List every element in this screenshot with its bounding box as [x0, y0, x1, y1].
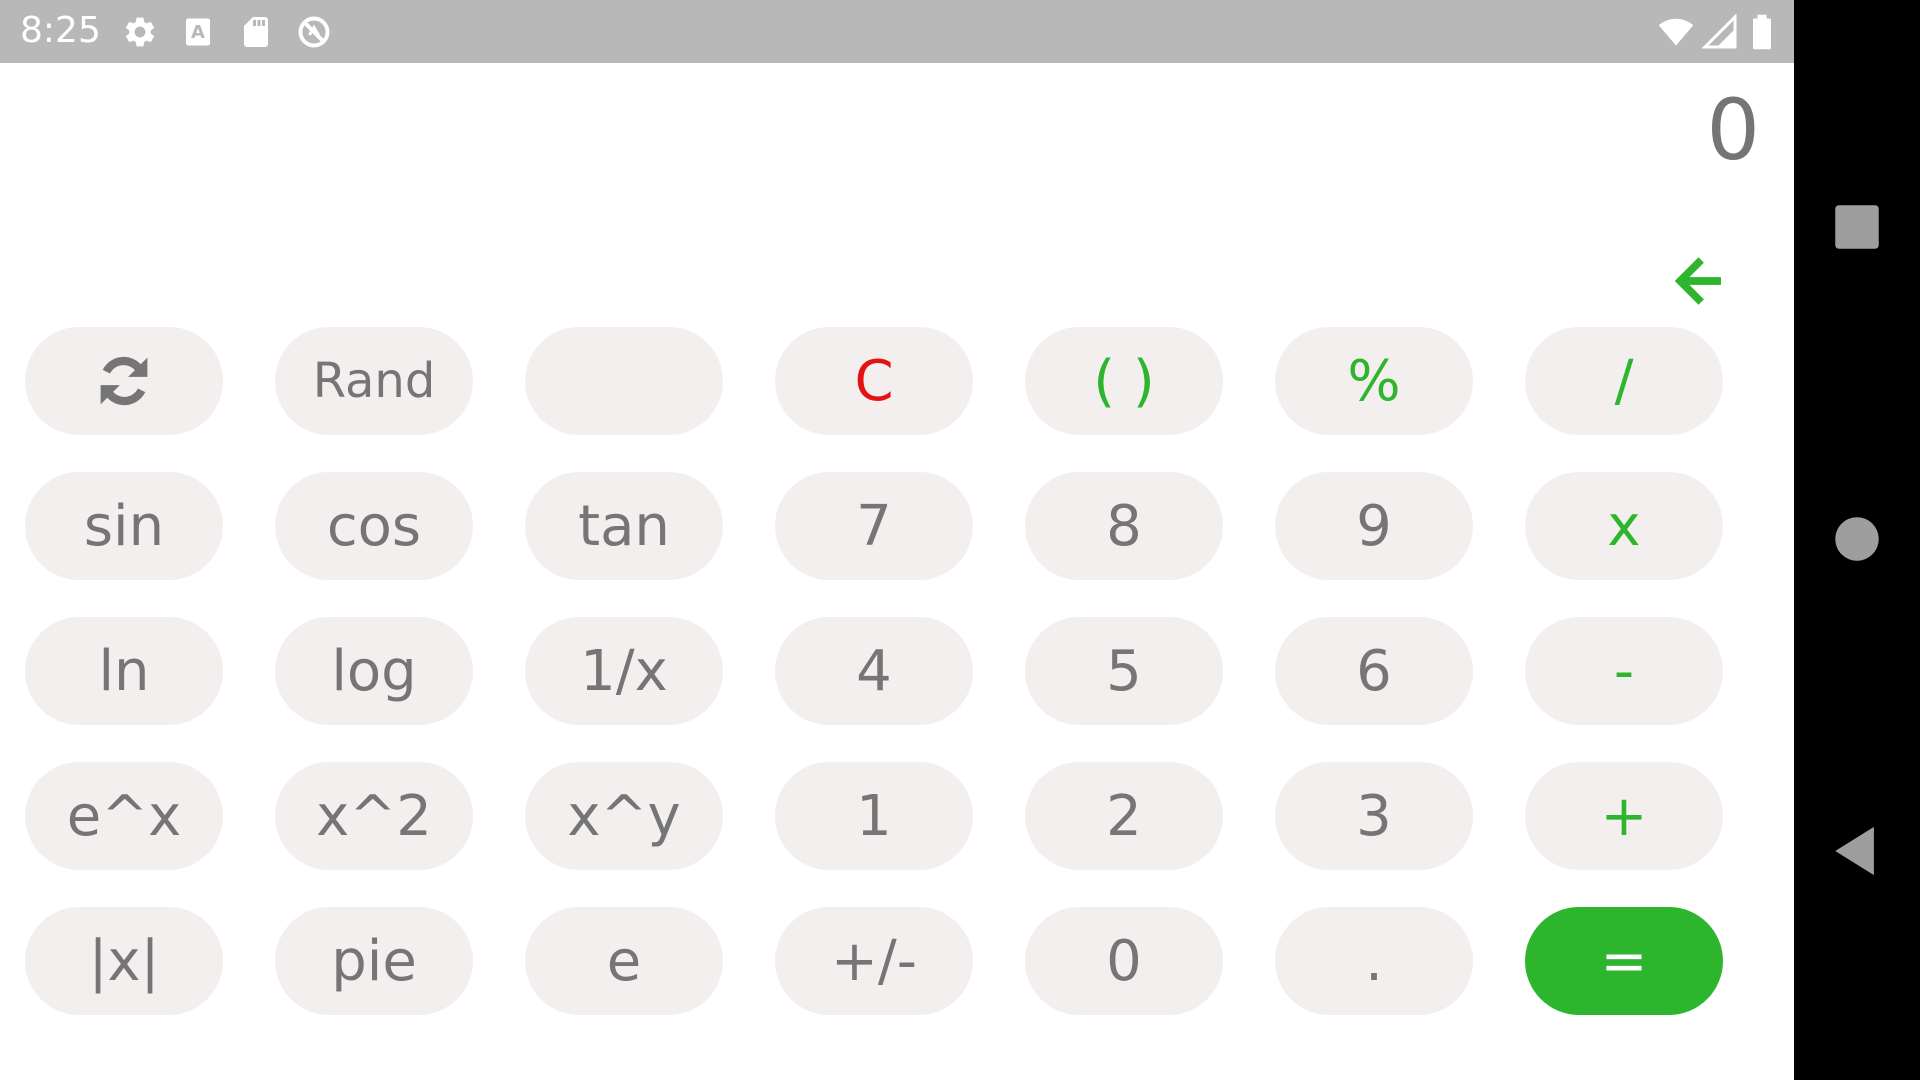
arrow-left-icon — [1674, 257, 1721, 305]
equals-button[interactable]: = — [1525, 907, 1723, 1015]
digit-6-button[interactable]: 6 — [1275, 617, 1473, 725]
power-button[interactable]: x^y — [525, 762, 723, 870]
digit-5-button[interactable]: 5 — [1025, 617, 1223, 725]
status-bar: 8:25 A — [0, 0, 1794, 63]
sd-card-icon — [238, 14, 274, 50]
calculator-app: 0 Rand C ( ) % / sin cos tan 7 8 9 x ln … — [0, 63, 1794, 1080]
cos-button[interactable]: cos — [275, 472, 473, 580]
multiply-button[interactable]: x — [1525, 472, 1723, 580]
battery-icon — [1748, 14, 1776, 50]
divide-button[interactable]: / — [1525, 327, 1723, 435]
digit-8-button[interactable]: 8 — [1025, 472, 1223, 580]
square-button[interactable]: x^2 — [275, 762, 473, 870]
digit-7-button[interactable]: 7 — [775, 472, 973, 580]
minus-button[interactable]: - — [1525, 617, 1723, 725]
parentheses-button[interactable]: ( ) — [1025, 327, 1223, 435]
digit-4-button[interactable]: 4 — [775, 617, 973, 725]
digit-2-button[interactable]: 2 — [1025, 762, 1223, 870]
recents-button[interactable] — [1828, 198, 1886, 256]
navigation-bar — [1794, 0, 1920, 1080]
refresh-button[interactable] — [25, 327, 223, 435]
digit-9-button[interactable]: 9 — [1275, 472, 1473, 580]
home-button[interactable] — [1828, 510, 1886, 568]
e-button[interactable]: e — [525, 907, 723, 1015]
display-value: 0 — [1706, 81, 1760, 179]
rand-button[interactable]: Rand — [275, 327, 473, 435]
keyboard-a-icon: A — [180, 14, 216, 50]
plus-button[interactable]: + — [1525, 762, 1723, 870]
sin-button[interactable]: sin — [25, 472, 223, 580]
ln-button[interactable]: ln — [25, 617, 223, 725]
digit-1-button[interactable]: 1 — [775, 762, 973, 870]
back-button[interactable] — [1828, 822, 1886, 880]
exp-button[interactable]: e^x — [25, 762, 223, 870]
status-time: 8:25 — [20, 10, 101, 51]
pie-button[interactable]: pie — [275, 907, 473, 1015]
clear-button[interactable]: C — [775, 327, 973, 435]
device-screen: 8:25 A 0 Rand C () % / sin cos tan 7 8 … — [0, 0, 1920, 1080]
back-triangle-icon — [1835, 826, 1874, 876]
do-not-disturb-icon — [296, 14, 332, 50]
blank-button[interactable] — [525, 327, 723, 435]
signal-icon — [1702, 14, 1738, 50]
wifi-icon — [1656, 14, 1696, 50]
log-button[interactable]: log — [275, 617, 473, 725]
gear-icon — [122, 14, 158, 50]
refresh-icon — [100, 356, 148, 406]
abs-button[interactable]: |x| — [25, 907, 223, 1015]
digit-3-button[interactable]: 3 — [1275, 762, 1473, 870]
negate-button[interactable]: +/- — [775, 907, 973, 1015]
keypad: Rand C ( ) % / sin cos tan 7 8 9 x ln lo… — [25, 327, 1723, 1015]
svg-text:A: A — [191, 22, 205, 43]
tan-button[interactable]: tan — [525, 472, 723, 580]
recents-square-icon — [1835, 205, 1879, 249]
decimal-button[interactable]: . — [1275, 907, 1473, 1015]
backspace-button[interactable] — [1668, 250, 1730, 312]
home-circle-icon — [1835, 517, 1879, 561]
digit-0-button[interactable]: 0 — [1025, 907, 1223, 1015]
percent-button[interactable]: % — [1275, 327, 1473, 435]
reciprocal-button[interactable]: 1/x — [525, 617, 723, 725]
